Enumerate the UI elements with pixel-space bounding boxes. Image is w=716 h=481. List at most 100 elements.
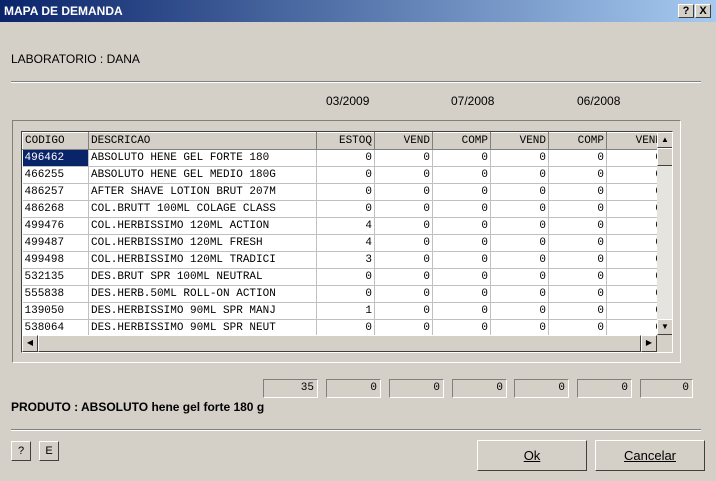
cell-value[interactable]: 0 [548,200,607,218]
cell-value[interactable]: 0 [490,200,549,218]
cell-value[interactable]: 0 [432,234,491,252]
cell-value[interactable]: 0 [606,166,665,184]
cell-value[interactable]: 0 [432,319,491,337]
cell-value[interactable]: 0 [432,302,491,320]
cell-value[interactable]: 0 [548,183,607,201]
cell-value[interactable]: 4 [316,234,375,252]
column-header-descricao[interactable]: DESCRICAO [88,132,317,150]
table-row[interactable]: 532135DES.BRUT SPR 100ML NEUTRAL000000 [22,268,665,286]
cell-codigo[interactable]: 496462 [22,149,89,167]
cell-value[interactable]: 0 [316,319,375,337]
scroll-right-arrow-icon[interactable]: ▶ [641,335,657,352]
cell-value[interactable]: 0 [606,319,665,337]
cell-value[interactable]: 0 [490,149,549,167]
cell-value[interactable]: 0 [374,217,433,235]
cell-descricao[interactable]: ABSOLUTO HENE GEL FORTE 180 [88,149,317,167]
ok-button[interactable]: Ok [477,440,587,471]
cell-value[interactable]: 0 [490,285,549,303]
vertical-scrollbar[interactable]: ▲ ▼ [657,132,672,335]
cell-value[interactable]: 0 [432,149,491,167]
table-row[interactable]: 466255ABSOLUTO HENE GEL MEDIO 180G000000 [22,166,665,184]
cell-value[interactable]: 0 [490,166,549,184]
cell-value[interactable]: 0 [548,268,607,286]
cell-value[interactable]: 1 [316,302,375,320]
cell-value[interactable]: 0 [316,183,375,201]
cell-value[interactable]: 0 [374,166,433,184]
cell-value[interactable]: 0 [490,217,549,235]
cell-value[interactable]: 0 [316,285,375,303]
cell-value[interactable]: 0 [548,149,607,167]
cell-descricao[interactable]: COL.BRUTT 100ML COLAGE CLASS [88,200,317,218]
cell-codigo[interactable]: 486257 [22,183,89,201]
table-row[interactable]: 499487COL.HERBISSIMO 120ML FRESH400000 [22,234,665,252]
column-header-comp-2[interactable]: COMP [548,132,607,150]
table-row[interactable]: 486257AFTER SHAVE LOTION BRUT 207M000000 [22,183,665,201]
cell-value[interactable]: 0 [374,234,433,252]
cell-codigo[interactable]: 499498 [22,251,89,269]
cell-value[interactable]: 0 [490,319,549,337]
cell-value[interactable]: 0 [374,200,433,218]
cell-descricao[interactable]: DES.BRUT SPR 100ML NEUTRAL [88,268,317,286]
cell-codigo[interactable]: 555838 [22,285,89,303]
cell-value[interactable]: 0 [374,251,433,269]
cell-value[interactable]: 0 [432,166,491,184]
cancel-button[interactable]: Cancelar [595,440,705,471]
cell-descricao[interactable]: DES.HERBISSIMO 90ML SPR NEUT [88,319,317,337]
cell-codigo[interactable]: 532135 [22,268,89,286]
cell-descricao[interactable]: ABSOLUTO HENE GEL MEDIO 180G [88,166,317,184]
column-header-estoq[interactable]: ESTOQ [316,132,375,150]
cell-value[interactable]: 0 [606,302,665,320]
cell-value[interactable]: 0 [374,319,433,337]
cell-value[interactable]: 0 [316,268,375,286]
scroll-up-arrow-icon[interactable]: ▲ [657,132,672,148]
cell-codigo[interactable]: 538064 [22,319,89,337]
cell-value[interactable]: 0 [548,319,607,337]
cell-value[interactable]: 0 [606,251,665,269]
cell-value[interactable]: 0 [374,268,433,286]
column-header-vend-1[interactable]: VEND [374,132,433,150]
cell-codigo[interactable]: 486268 [22,200,89,218]
cell-value[interactable]: 0 [606,183,665,201]
vertical-scroll-thumb[interactable] [657,148,672,166]
demand-grid[interactable]: CODIGO DESCRICAO ESTOQ VEND COMP VEND CO… [21,131,673,353]
cell-codigo[interactable]: 499487 [22,234,89,252]
cell-value[interactable]: 0 [490,268,549,286]
column-header-codigo[interactable]: CODIGO [22,132,89,150]
cell-value[interactable]: 0 [316,166,375,184]
cell-descricao[interactable]: DES.HERBISSIMO 90ML SPR MANJ [88,302,317,320]
cell-value[interactable]: 0 [548,302,607,320]
cell-value[interactable]: 0 [432,217,491,235]
cell-value[interactable]: 0 [606,285,665,303]
table-row[interactable]: 555838DES.HERB.50ML ROLL-ON ACTION000000 [22,285,665,303]
cell-value[interactable]: 0 [606,200,665,218]
cell-value[interactable]: 0 [490,302,549,320]
cell-value[interactable]: 0 [374,285,433,303]
table-row[interactable]: 538064DES.HERBISSIMO 90ML SPR NEUT000000 [22,319,665,337]
table-row[interactable]: 496462ABSOLUTO HENE GEL FORTE 180000000 [22,149,665,167]
cell-value[interactable]: 0 [548,217,607,235]
cell-value[interactable]: 0 [490,251,549,269]
cell-value[interactable]: 0 [374,302,433,320]
scroll-left-arrow-icon[interactable]: ◀ [22,335,38,352]
column-header-vend-2[interactable]: VEND [490,132,549,150]
cell-value[interactable]: 0 [432,200,491,218]
cell-value[interactable]: 0 [606,234,665,252]
cell-descricao[interactable]: COL.HERBISSIMO 120ML ACTION [88,217,317,235]
table-row[interactable]: 139050DES.HERBISSIMO 90ML SPR MANJ100000 [22,302,665,320]
cell-value[interactable]: 3 [316,251,375,269]
cell-value[interactable]: 0 [490,183,549,201]
cell-value[interactable]: 0 [548,166,607,184]
cell-value[interactable]: 0 [432,251,491,269]
column-header-comp-1[interactable]: COMP [432,132,491,150]
horizontal-scrollbar[interactable]: ◀ ▶ [22,335,672,352]
cell-codigo[interactable]: 466255 [22,166,89,184]
help-title-button[interactable]: ? [678,4,694,18]
cell-value[interactable]: 0 [316,200,375,218]
cell-value[interactable]: 0 [490,234,549,252]
cell-value[interactable]: 4 [316,217,375,235]
cell-value[interactable]: 0 [606,217,665,235]
close-button[interactable]: X [695,4,711,18]
horizontal-scroll-thumb[interactable] [38,335,641,352]
cell-value[interactable]: 0 [548,251,607,269]
cell-value[interactable]: 0 [606,149,665,167]
